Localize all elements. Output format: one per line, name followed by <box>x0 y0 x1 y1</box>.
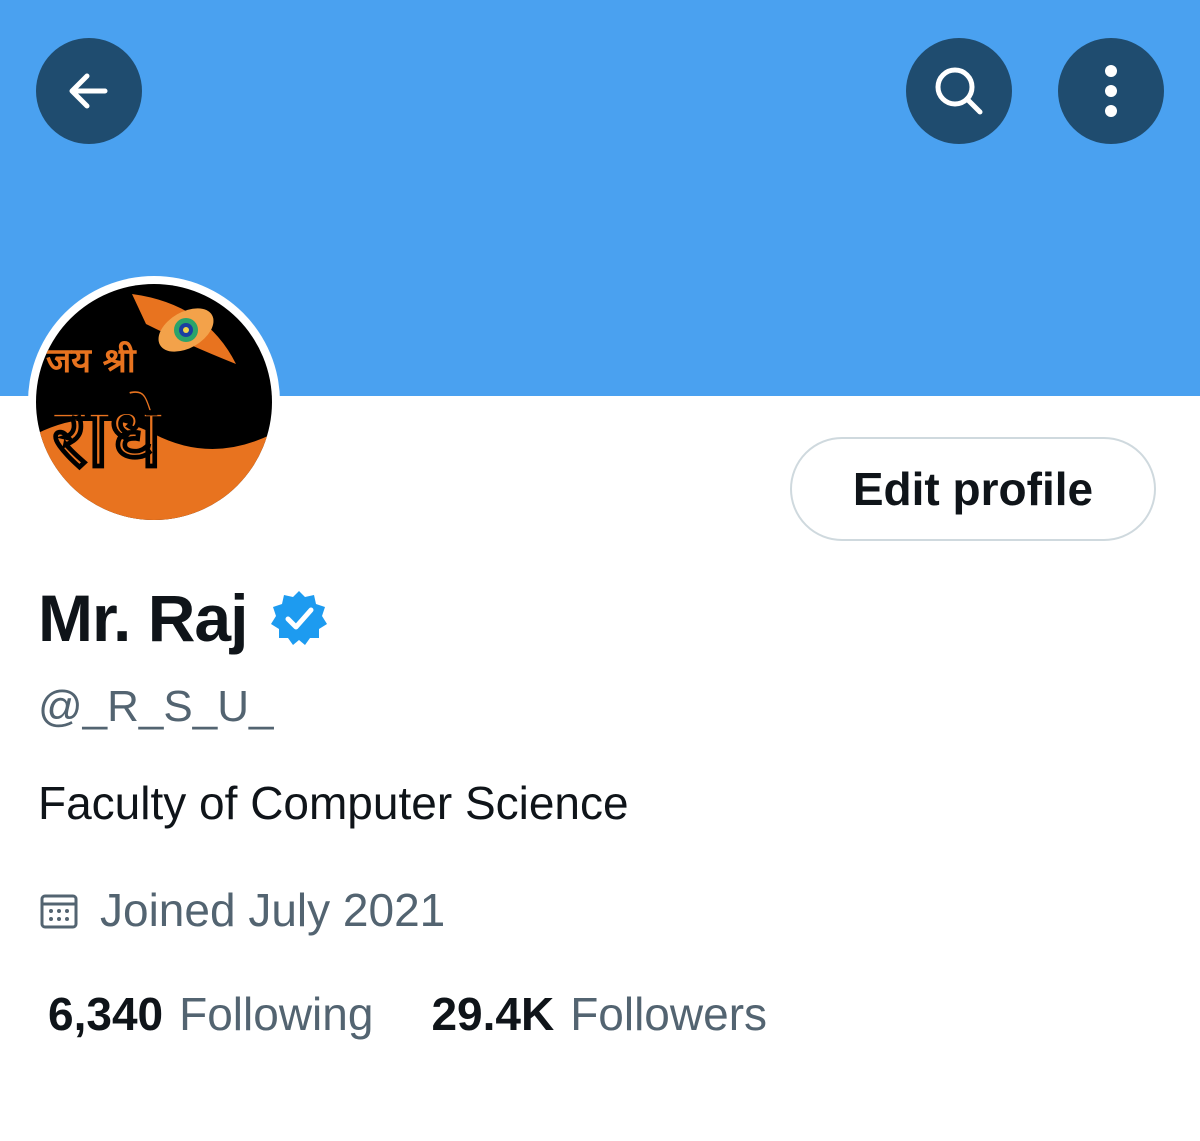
following-count: 6,340 <box>48 988 164 1040</box>
profile-avatar[interactable]: जय श्री राधे <box>28 276 280 528</box>
calendar-icon <box>38 889 80 931</box>
verified-badge-icon[interactable] <box>269 588 329 648</box>
avatar-text-main: राधे <box>50 387 165 487</box>
profile-bio: Faculty of Computer Science <box>38 777 629 829</box>
more-options-button[interactable] <box>1058 38 1164 144</box>
avatar-image: जय श्री राधे <box>36 284 272 520</box>
more-vertical-icon <box>1105 65 1117 117</box>
display-name: Mr. Raj <box>38 581 248 655</box>
profile-handle: @_R_S_U_ <box>38 682 274 731</box>
back-button[interactable] <box>36 38 142 144</box>
following-label: Following <box>179 988 374 1040</box>
name-row: Mr. Raj <box>38 578 329 658</box>
search-button[interactable] <box>906 38 1012 144</box>
edit-profile-button[interactable]: Edit profile <box>790 437 1156 541</box>
profile-page: जय श्री राधे Edit profile Mr. Raj @_R_S_… <box>0 0 1200 1141</box>
search-icon <box>935 67 983 115</box>
arrow-left-icon <box>69 73 108 109</box>
followers-link[interactable]: 29.4K Followers <box>431 987 767 1041</box>
joined-date: Joined July 2021 <box>100 884 446 936</box>
followers-label: Followers <box>570 988 768 1040</box>
avatar-text-top: जय श्री <box>45 340 137 381</box>
joined-date-row: Joined July 2021 <box>38 880 445 940</box>
follow-stats: 6,340 Following 29.4K Followers <box>48 982 767 1046</box>
followers-count: 29.4K <box>431 988 555 1040</box>
following-link[interactable]: 6,340 Following <box>48 987 373 1041</box>
